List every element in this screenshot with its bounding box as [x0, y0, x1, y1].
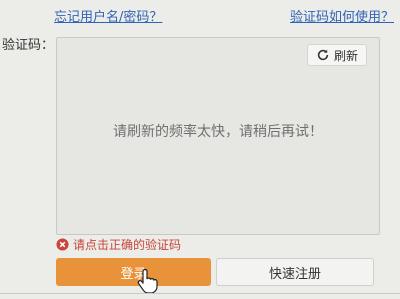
- refresh-button[interactable]: 刷新: [307, 44, 367, 66]
- error-circle-icon: [56, 237, 69, 251]
- captcha-panel[interactable]: 刷新 请刷新的频率太快，请稍后再试！: [56, 37, 380, 235]
- captcha-label: 验证码：: [2, 38, 55, 53]
- login-button[interactable]: 登录: [56, 258, 211, 286]
- error-text: 请点击正确的验证码: [73, 237, 182, 252]
- captcha-error: 请点击正确的验证码: [56, 236, 181, 252]
- hand-cursor-icon: [137, 268, 158, 294]
- refresh-label: 刷新: [333, 48, 358, 63]
- captcha-help-link[interactable]: 验证码如何使用？: [290, 6, 394, 25]
- refresh-icon: [317, 49, 329, 61]
- bottom-divider: [0, 293, 400, 294]
- forgot-credentials-link[interactable]: 忘记用户名/密码？: [54, 6, 162, 25]
- quick-register-button[interactable]: 快速注册: [216, 258, 374, 286]
- login-page: 忘记用户名/密码？ 验证码如何使用？ 验证码： 刷新 请刷新的频率太快，请稍后再…: [0, 0, 400, 299]
- captcha-message: 请刷新的频率太快，请稍后再试！: [113, 124, 323, 140]
- top-links: 忘记用户名/密码？ 验证码如何使用？: [0, 6, 400, 25]
